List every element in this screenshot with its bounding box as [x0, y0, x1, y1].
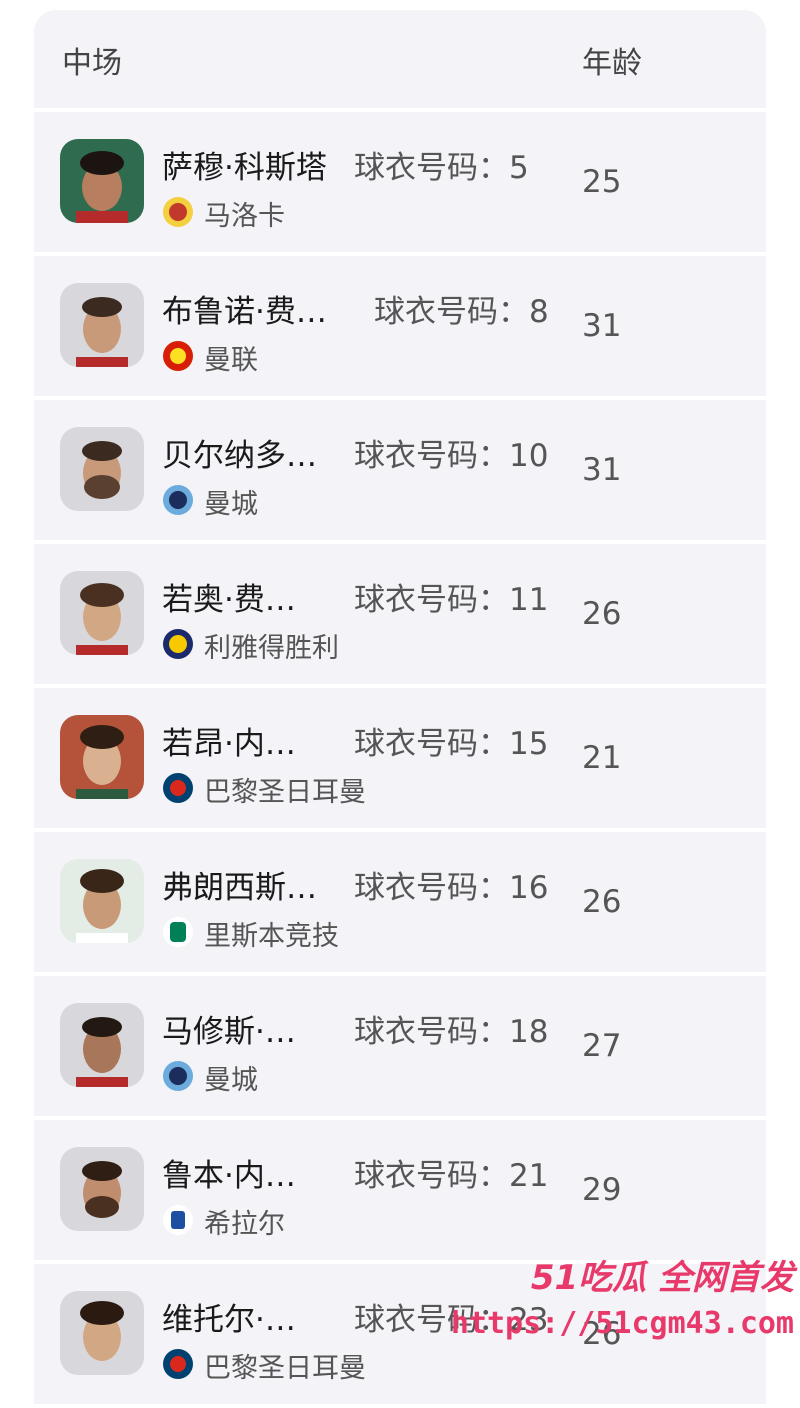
- player-avatar: [60, 1003, 144, 1087]
- player-age: 25: [582, 164, 622, 200]
- player-name: 贝尔纳多…: [162, 438, 317, 474]
- player-name: 马修斯·…: [162, 1014, 296, 1050]
- player-age: 26: [582, 596, 622, 632]
- player-avatar: [60, 139, 144, 223]
- squad-list: 中场 年龄 萨穆·科斯塔 球衣号码：5 马洛卡 25 布鲁诺·费… 球衣号码：8…: [34, 10, 766, 1408]
- player-age: 31: [582, 452, 622, 488]
- jersey-number: 球衣号码：18: [354, 1014, 549, 1050]
- man-city-crest-icon: [162, 1060, 194, 1092]
- player-name: 维托尔·…: [162, 1302, 296, 1338]
- player-name: 弗朗西斯…: [162, 870, 317, 906]
- mallorca-crest-icon: [162, 196, 194, 228]
- player-avatar: [60, 1291, 144, 1375]
- player-avatar: [60, 283, 144, 367]
- man-city-crest-icon: [162, 484, 194, 516]
- player-avatar: [60, 859, 144, 943]
- player-avatar: [60, 715, 144, 799]
- jersey-number: 球衣号码：5: [354, 150, 529, 186]
- club-name: 曼联: [204, 345, 258, 376]
- player-row[interactable]: 弗朗西斯… 球衣号码：16 里斯本竞技 26: [34, 832, 766, 972]
- player-row[interactable]: 若昂·内… 球衣号码：15 巴黎圣日耳曼 21: [34, 688, 766, 828]
- player-name: 布鲁诺·费…: [162, 294, 327, 330]
- player-age: 26: [582, 884, 622, 920]
- jersey-number: 球衣号码：21: [354, 1158, 549, 1194]
- psg-crest-icon: [162, 772, 194, 804]
- player-age: 31: [582, 308, 622, 344]
- jersey-number: 球衣号码：15: [354, 726, 549, 762]
- club-name: 利雅得胜利: [204, 633, 339, 664]
- player-row[interactable]: 贝尔纳多… 球衣号码：10 曼城 31: [34, 400, 766, 540]
- player-name: 鲁本·内…: [162, 1158, 296, 1194]
- player-row[interactable]: 鲁本·内… 球衣号码：21 希拉尔 29: [34, 1120, 766, 1260]
- watermark-tagline: 51吃瓜 全网首发: [530, 1258, 794, 1298]
- man-utd-crest-icon: [162, 340, 194, 372]
- player-name: 若昂·内…: [162, 726, 296, 762]
- club-name: 巴黎圣日耳曼: [204, 1353, 366, 1384]
- sporting-crest-icon: [162, 916, 194, 948]
- player-age: 21: [582, 740, 622, 776]
- site-watermark: 51吃瓜 全网首发 https://51cgm43.com: [451, 1250, 794, 1360]
- player-avatar: [60, 427, 144, 511]
- al-hilal-crest-icon: [162, 1204, 194, 1236]
- player-row[interactable]: 若奥·费… 球衣号码：11 利雅得胜利 26: [34, 544, 766, 684]
- jersey-number: 球衣号码：8: [374, 294, 549, 330]
- player-avatar: [60, 1147, 144, 1231]
- jersey-number: 球衣号码：11: [354, 582, 549, 618]
- club-name: 里斯本竞技: [204, 921, 339, 952]
- player-avatar: [60, 571, 144, 655]
- player-row[interactable]: 布鲁诺·费… 球衣号码：8 曼联 31: [34, 256, 766, 396]
- club-name: 曼城: [204, 489, 258, 520]
- al-nassr-crest-icon: [162, 628, 194, 660]
- jersey-number: 球衣号码：16: [354, 870, 549, 906]
- watermark-url: https://51cgm43.com: [450, 1306, 794, 1341]
- player-row[interactable]: 萨穆·科斯塔 球衣号码：5 马洛卡 25: [34, 112, 766, 252]
- club-name: 马洛卡: [204, 201, 285, 232]
- player-name: 若奥·费…: [162, 582, 296, 618]
- club-name: 希拉尔: [204, 1209, 285, 1240]
- player-age: 27: [582, 1028, 622, 1064]
- psg-crest-icon: [162, 1348, 194, 1380]
- player-name: 萨穆·科斯塔: [162, 150, 327, 186]
- club-name: 巴黎圣日耳曼: [204, 777, 366, 808]
- list-header: 中场 年龄: [34, 10, 766, 108]
- age-heading: 年龄: [582, 46, 642, 81]
- player-row[interactable]: 马修斯·… 球衣号码：18 曼城 27: [34, 976, 766, 1116]
- jersey-number: 球衣号码：10: [354, 438, 549, 474]
- player-age: 29: [582, 1172, 622, 1208]
- club-name: 曼城: [204, 1065, 258, 1096]
- position-heading: 中场: [62, 46, 122, 81]
